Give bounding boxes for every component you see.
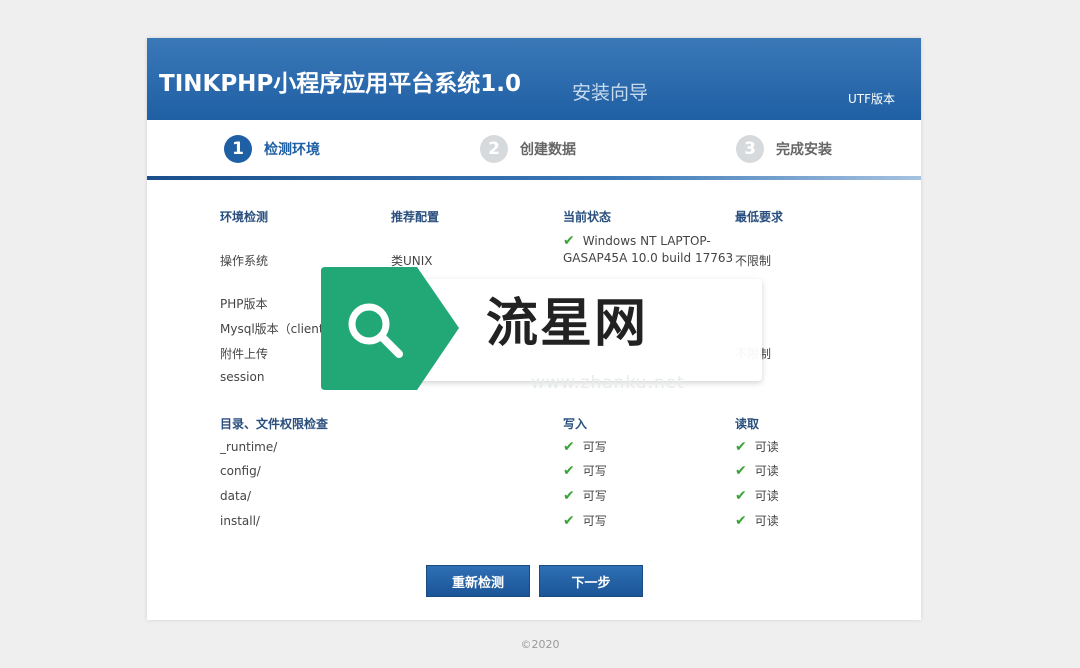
watermark-text: 流星网 bbox=[486, 294, 649, 354]
check-icon: ✔ bbox=[563, 233, 575, 249]
perm-row-read: ✔ 可读 bbox=[735, 462, 779, 479]
perm-row-write: ✔ 可写 bbox=[563, 512, 607, 529]
env-row-name: 操作系统 bbox=[220, 254, 269, 268]
check-icon: ✔ bbox=[735, 439, 747, 455]
perm-row-read: ✔ 可读 bbox=[735, 512, 779, 529]
perm-row-name: _runtime/ bbox=[220, 440, 278, 454]
env-current-text: Windows NT LAPTOP- bbox=[582, 234, 711, 248]
perm-read-text: 可读 bbox=[754, 489, 779, 503]
perm-row-name: install/ bbox=[220, 514, 260, 528]
check-icon: ✔ bbox=[735, 513, 747, 529]
check-icon: ✔ bbox=[563, 439, 575, 455]
search-icon bbox=[321, 267, 459, 390]
perm-read-text: 可读 bbox=[754, 464, 779, 478]
perm-write-text: 可写 bbox=[582, 464, 607, 478]
perm-read-text: 可读 bbox=[754, 514, 779, 528]
env-row-name: 附件上传 bbox=[220, 347, 269, 361]
next-button[interactable]: 下一步 bbox=[539, 565, 643, 597]
env-row-current-line2: GASAP45A 10.0 build 17763 bbox=[563, 251, 734, 265]
perm-row-write: ✔ 可写 bbox=[563, 462, 607, 479]
env-row-name: session bbox=[220, 370, 265, 384]
check-icon: ✔ bbox=[735, 463, 747, 479]
perm-row-name: config/ bbox=[220, 464, 261, 478]
env-row-name: Mysql版本（client) bbox=[220, 322, 329, 336]
perm-header-read: 读取 bbox=[735, 417, 760, 431]
perm-header-write: 写入 bbox=[563, 417, 588, 431]
check-icon: ✔ bbox=[563, 463, 575, 479]
copyright: ©2020 bbox=[520, 638, 560, 651]
perm-write-text: 可写 bbox=[582, 440, 607, 454]
perm-row-write: ✔ 可写 bbox=[563, 438, 607, 455]
perm-read-text: 可读 bbox=[754, 440, 779, 454]
check-icon: ✔ bbox=[563, 488, 575, 504]
watermark-url: www.zhanku.net bbox=[531, 373, 685, 393]
check-icon: ✔ bbox=[563, 513, 575, 529]
env-header-name: 环境检测 bbox=[220, 210, 269, 224]
watermark-logo: www.zhanku.net 流星网 bbox=[321, 267, 762, 393]
env-header-recommended: 推荐配置 bbox=[391, 210, 440, 224]
perm-write-text: 可写 bbox=[582, 514, 607, 528]
perm-row-name: data/ bbox=[220, 489, 252, 503]
env-row-current: ✔ Windows NT LAPTOP- bbox=[563, 233, 711, 249]
perm-row-write: ✔ 可写 bbox=[563, 487, 607, 504]
perm-row-read: ✔ 可读 bbox=[735, 487, 779, 504]
check-icon: ✔ bbox=[735, 488, 747, 504]
recheck-button[interactable]: 重新检测 bbox=[426, 565, 530, 597]
perm-header-name: 目录、文件权限检查 bbox=[220, 417, 329, 431]
env-header-current: 当前状态 bbox=[563, 210, 612, 224]
env-header-min: 最低要求 bbox=[735, 210, 784, 224]
perm-row-read: ✔ 可读 bbox=[735, 438, 779, 455]
perm-write-text: 可写 bbox=[582, 489, 607, 503]
env-row-name: PHP版本 bbox=[220, 297, 268, 311]
